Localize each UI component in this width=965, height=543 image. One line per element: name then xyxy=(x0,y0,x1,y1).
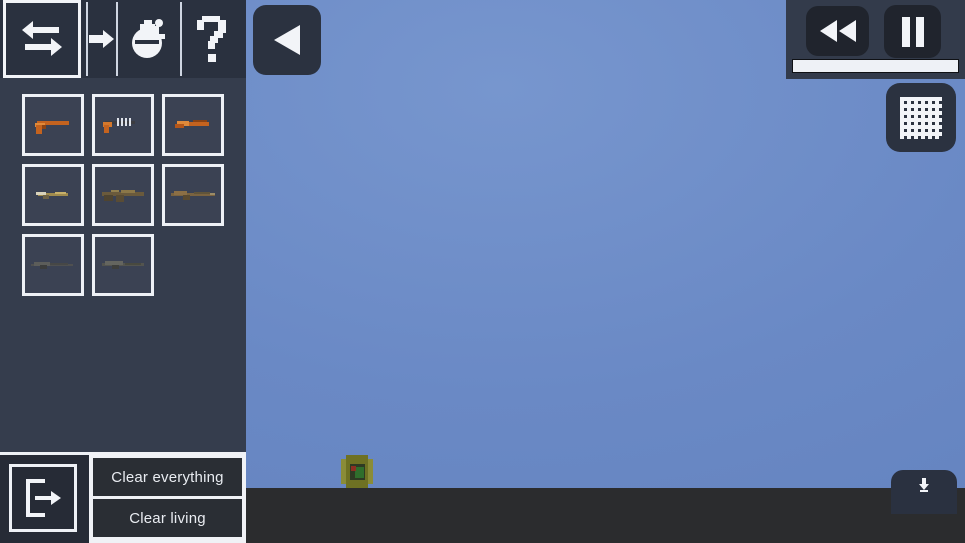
marksman-rifle-sprite xyxy=(29,252,77,278)
app-root: Clear everything Clear living xyxy=(0,0,965,543)
arrow-right-icon xyxy=(89,30,114,48)
tab-weapons[interactable] xyxy=(3,0,81,78)
weapon-slot-marksman-rifle[interactable] xyxy=(22,234,84,296)
tab-projectiles[interactable] xyxy=(88,0,116,78)
grenade-icon xyxy=(132,19,165,58)
weapon-slot-sawed-off[interactable] xyxy=(162,94,224,156)
clear-everything-button[interactable]: Clear everything xyxy=(93,458,242,496)
weapon-slot-grid xyxy=(22,94,224,296)
back-button[interactable] xyxy=(253,5,321,75)
download-icon xyxy=(919,478,929,492)
carbine-sprite xyxy=(29,182,77,208)
weapon-slot-machine-pistol[interactable] xyxy=(92,94,154,156)
pause-button[interactable] xyxy=(884,5,941,58)
weapon-slot-carbine[interactable] xyxy=(22,164,84,226)
exit-door-icon xyxy=(26,479,61,517)
weapon-slot-battle-rifle[interactable] xyxy=(162,164,224,226)
tab-help[interactable] xyxy=(182,0,244,78)
player-vest xyxy=(355,467,364,478)
rewind-icon xyxy=(819,20,856,42)
question-mark-icon xyxy=(197,16,226,62)
speed-slider[interactable] xyxy=(792,59,959,73)
pause-icon xyxy=(901,16,924,47)
battle-rifle-sprite xyxy=(169,182,217,208)
clear-living-button[interactable]: Clear living xyxy=(93,499,242,537)
pistol-sprite xyxy=(29,112,77,138)
clear-buttons-group: Clear everything Clear living xyxy=(89,452,246,543)
download-button[interactable] xyxy=(891,470,957,514)
grid-icon xyxy=(900,96,942,139)
playback-panel xyxy=(786,0,965,79)
weapon-slot-sniper-rifle[interactable] xyxy=(92,234,154,296)
assault-rifle-sprite xyxy=(99,182,147,208)
sniper-rifle-sprite xyxy=(99,252,147,278)
weapon-slot-assault-rifle[interactable] xyxy=(92,164,154,226)
swap-arrows-icon xyxy=(22,21,62,56)
triangle-left-icon xyxy=(274,25,300,55)
category-tabbar xyxy=(0,0,246,78)
sidebar-bottom-bar: Clear everything Clear living xyxy=(0,452,246,543)
sawed-off-sprite xyxy=(169,112,217,138)
tab-explosives[interactable] xyxy=(118,0,180,78)
player-sprite[interactable] xyxy=(341,455,373,488)
weapon-slot-pistol[interactable] xyxy=(22,94,84,156)
grid-toggle-button[interactable] xyxy=(886,83,956,152)
exit-button[interactable] xyxy=(9,464,77,532)
machine-pistol-sprite xyxy=(99,112,147,138)
rewind-button[interactable] xyxy=(806,6,869,56)
player-marker xyxy=(351,466,356,471)
